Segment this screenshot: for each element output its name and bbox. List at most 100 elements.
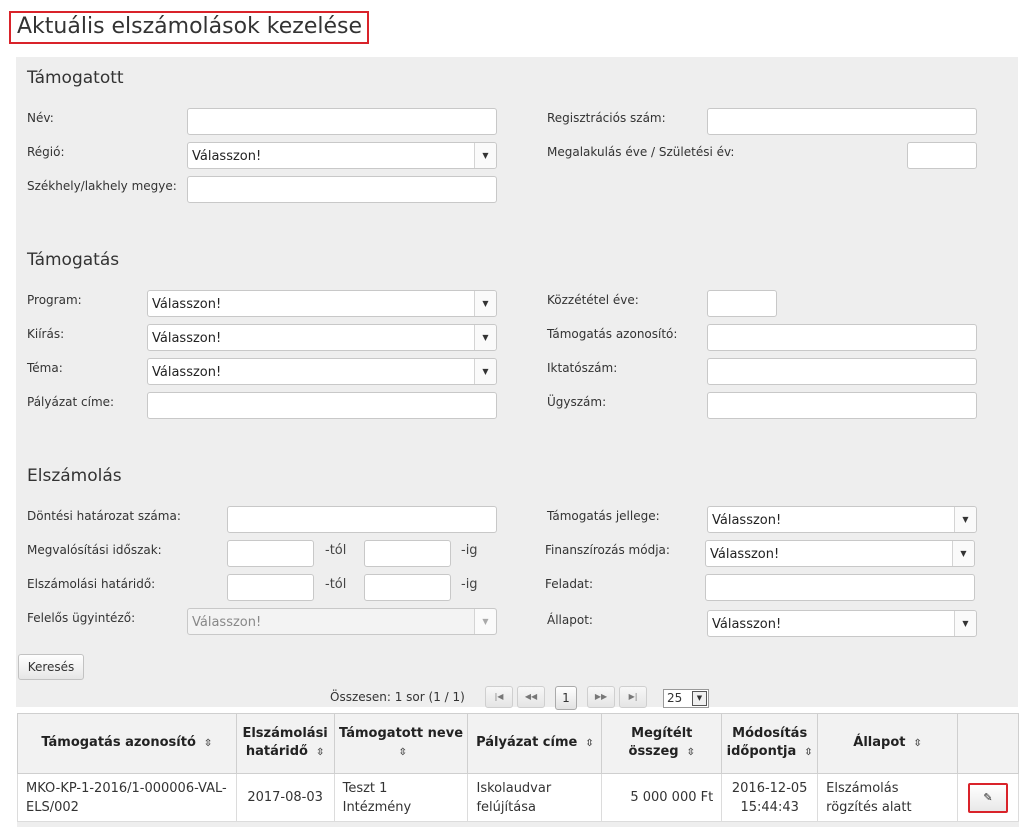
last-page-button[interactable]: ▶|	[619, 686, 647, 708]
result-summary: Összesen: 1 sor (1 / 1)	[330, 690, 465, 704]
tol-suffix: -tól	[325, 577, 347, 592]
finansz-select-value: Válasszon!	[710, 547, 780, 562]
section-title-elszamolas: Elszámolás	[27, 466, 122, 486]
cell-modositas-date: 2016-12-05	[731, 780, 808, 796]
iktatoszam-label: Iktatószám:	[547, 361, 618, 375]
cell-modositas: 2016-12-05 15:44:43	[721, 773, 819, 822]
ugyszam-input[interactable]	[707, 392, 977, 419]
hatarido-label: Elszámolási határidő:	[27, 577, 156, 591]
chevron-down-icon[interactable]: ▼	[474, 143, 496, 168]
finansz-label: Finanszírozás módja:	[545, 543, 670, 557]
allapot-select[interactable]: Válasszon! ▼	[707, 610, 977, 637]
kiiras-label: Kiírás:	[27, 327, 65, 341]
program-label: Program:	[27, 293, 82, 307]
sort-icon[interactable]: ⇳	[395, 747, 407, 758]
table-footer-strip	[17, 821, 1019, 827]
regszam-input[interactable]	[707, 108, 977, 135]
tema-select-value: Válasszon!	[152, 365, 222, 380]
chevron-down-icon: ▼	[474, 609, 496, 634]
palyazat-input[interactable]	[147, 392, 497, 419]
azonosito-input[interactable]	[707, 324, 977, 351]
megvalositasi-from-input[interactable]	[227, 540, 314, 567]
hatarido-from-input[interactable]	[227, 574, 314, 601]
first-page-button[interactable]: |◀	[485, 686, 513, 708]
column-header-label: Támogatás azonosító	[41, 735, 196, 750]
felelos-label: Felelős ügyintéző:	[27, 611, 136, 625]
chevron-down-icon[interactable]: ▼	[954, 507, 976, 532]
sort-icon[interactable]: ⇳	[313, 747, 324, 758]
jelleg-select-value: Válasszon!	[712, 513, 782, 528]
column-header-label: Állapot	[853, 735, 906, 750]
column-header-osszeg[interactable]: Megítélt összeg ⇳	[601, 713, 723, 774]
chevron-down-icon[interactable]: ▼	[474, 291, 496, 316]
column-header-modositas[interactable]: Módosítás időpontja ⇳	[721, 713, 819, 774]
column-header-label: Pályázat címe	[476, 735, 578, 750]
hatarido-to-input[interactable]	[364, 574, 451, 601]
cell-palyazat: Iskolaudvar felújítása	[467, 773, 603, 822]
azonosito-label: Támogatás azonosító:	[547, 327, 678, 341]
regio-select[interactable]: Válasszon! ▼	[187, 142, 497, 169]
jelleg-label: Támogatás jellege:	[547, 509, 660, 523]
megvalositasi-label: Megvalósítási időszak:	[27, 543, 162, 557]
section-title-tamogatott: Támogatott	[27, 68, 124, 88]
kiiras-select-value: Válasszon!	[152, 331, 222, 346]
edit-button[interactable]: ✎	[968, 782, 1008, 813]
nev-label: Név:	[27, 111, 54, 125]
megvalositasi-to-input[interactable]	[364, 540, 451, 567]
megalakulas-input[interactable]	[907, 142, 977, 169]
jelleg-select[interactable]: Válasszon! ▼	[707, 506, 977, 533]
feladat-input[interactable]	[705, 574, 975, 601]
ugyszam-label: Ügyszám:	[547, 395, 607, 409]
page-size-value: 25	[667, 691, 683, 705]
column-header-palyazat[interactable]: Pályázat címe ⇳	[467, 713, 603, 774]
column-header-nev[interactable]: Támogatott neve ⇳	[333, 713, 469, 774]
table-header-row: Támogatás azonosító ⇳ Elszámolási határi…	[17, 713, 1019, 774]
prev-page-button[interactable]: ◀◀	[517, 686, 545, 708]
sort-icon[interactable]: ⇳	[582, 738, 593, 749]
palyazat-label: Pályázat címe:	[27, 395, 115, 409]
column-header-label: Módosítás időpontja	[726, 726, 808, 759]
finansz-select[interactable]: Válasszon! ▼	[705, 540, 975, 567]
sort-icon[interactable]: ⇳	[801, 747, 812, 758]
dontesi-label: Döntési határozat száma:	[27, 509, 181, 523]
szekhely-label: Székhely/lakhely megye:	[27, 179, 177, 193]
column-header-azonosito[interactable]: Támogatás azonosító ⇳	[17, 713, 237, 774]
search-button[interactable]: Keresés	[18, 654, 84, 680]
kiiras-select[interactable]: Válasszon! ▼	[147, 324, 497, 351]
tema-select[interactable]: Válasszon! ▼	[147, 358, 497, 385]
cell-nev: Teszt 1 Intézmény	[333, 773, 469, 822]
kozzetetel-label: Közzététel éve:	[547, 293, 639, 307]
iktatoszam-input[interactable]	[707, 358, 977, 385]
kozzetetel-input[interactable]	[707, 290, 777, 317]
chevron-down-icon[interactable]: ▼	[954, 611, 976, 636]
current-page-button[interactable]: 1	[555, 686, 577, 710]
pencil-icon: ✎	[983, 790, 993, 804]
regio-select-value: Válasszon!	[192, 149, 262, 164]
dontesi-input[interactable]	[227, 506, 497, 533]
chevron-down-icon[interactable]: ▼	[474, 359, 496, 384]
results-table: Támogatás azonosító ⇳ Elszámolási határi…	[17, 713, 1019, 822]
chevron-down-icon[interactable]: ▼	[692, 691, 707, 706]
program-select[interactable]: Válasszon! ▼	[147, 290, 497, 317]
szekhely-input[interactable]	[187, 176, 497, 203]
column-header-allapot[interactable]: Állapot ⇳	[817, 713, 958, 774]
ig-suffix: -ig	[461, 577, 478, 592]
chevron-down-icon[interactable]: ▼	[952, 541, 974, 566]
chevron-down-icon[interactable]: ▼	[474, 325, 496, 350]
cell-hatarido: 2017-08-03	[235, 773, 335, 822]
nev-input[interactable]	[187, 108, 497, 135]
regio-label: Régió:	[27, 145, 65, 159]
column-header-hatarido[interactable]: Elszámolási határidő ⇳	[235, 713, 335, 774]
cell-actions: ✎	[957, 773, 1019, 822]
sort-icon[interactable]: ⇳	[683, 747, 695, 758]
page-size-select[interactable]: 25 ▼	[663, 689, 709, 708]
next-page-button[interactable]: ▶▶	[587, 686, 615, 708]
sort-icon[interactable]: ⇳	[200, 738, 212, 749]
felelos-select-value: Válasszon!	[192, 615, 262, 630]
table-row[interactable]: MKO-KP-1-2016/1-000006-VAL-ELS/002 2017-…	[17, 773, 1019, 822]
sort-icon[interactable]: ⇳	[910, 738, 921, 749]
megalakulas-label: Megalakulás éve / Születési év:	[547, 145, 735, 159]
column-header-actions	[957, 713, 1019, 774]
cell-azonosito: MKO-KP-1-2016/1-000006-VAL-ELS/002	[17, 773, 237, 822]
ig-suffix: -ig	[461, 543, 478, 558]
